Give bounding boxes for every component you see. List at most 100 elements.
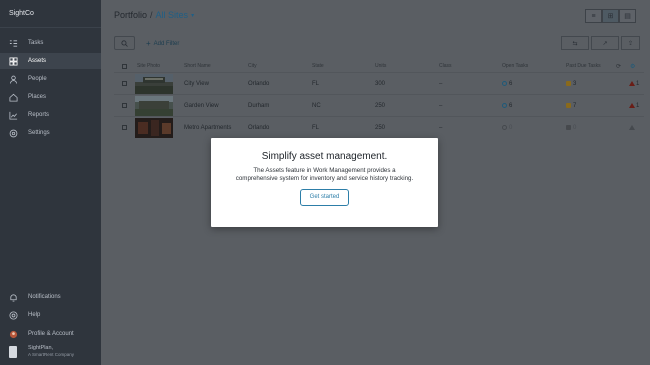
sidebar-item-label: Notifications	[28, 294, 61, 300]
list-view-icon[interactable]: ≡	[585, 9, 602, 23]
open-tasks-icon	[502, 103, 507, 108]
site-class: –	[439, 81, 443, 87]
site-units: 300	[375, 81, 386, 87]
grid-view-icon[interactable]: ⊞	[602, 9, 619, 23]
sidebar-item-profile[interactable]: Profile & Account	[0, 326, 101, 342]
chart-icon: ↗	[602, 40, 608, 47]
settings-sliders-icon[interactable]: ⚙	[630, 63, 635, 70]
assets-icon	[9, 56, 18, 66]
help-icon	[9, 310, 18, 320]
sidebar-item-tasks[interactable]: Tasks	[0, 35, 101, 51]
alert-badge[interactable]	[629, 125, 636, 131]
search-icon	[121, 39, 128, 47]
chevron-down-icon[interactable]: ▾	[191, 12, 194, 19]
past-due-tasks[interactable]: 3	[566, 81, 576, 87]
row-checkbox[interactable]	[122, 81, 127, 86]
person-icon	[9, 75, 18, 84]
breadcrumb-current[interactable]: All Sites	[156, 10, 189, 20]
assets-intro-modal: Simplify asset management. The Assets fe…	[211, 138, 438, 227]
column-header[interactable]: Site Photo	[137, 63, 160, 69]
sidebar-item-label: Places	[28, 94, 47, 100]
company-subtitle: A SmartRent Company	[28, 351, 75, 357]
select-all-checkbox[interactable]	[122, 64, 127, 69]
warning-icon	[629, 125, 635, 130]
open-tasks-icon	[502, 125, 507, 130]
table-row[interactable]: City View Orlando FL 300 – 6 3 1	[114, 72, 644, 94]
sidebar-item-label: Profile & Account	[28, 331, 74, 337]
open-tasks-count: 6	[509, 103, 513, 109]
column-header[interactable]: Open Tasks	[502, 63, 528, 69]
sidebar-item-label: People	[28, 76, 47, 82]
map-view-icon[interactable]: ▤	[619, 9, 636, 23]
get-started-button[interactable]: Get started	[300, 189, 349, 207]
alert-count: 1	[636, 81, 640, 87]
column-header[interactable]: City	[248, 63, 257, 69]
open-tasks-count: 6	[509, 81, 513, 87]
site-name[interactable]: City View	[184, 81, 209, 87]
upload-icon: ⇪	[627, 40, 634, 47]
company-footer: SightPlan, A SmartRent Company	[9, 345, 74, 358]
alert-badge[interactable]: 1	[629, 103, 639, 109]
site-class: –	[439, 103, 443, 109]
column-header[interactable]: Past Due Tasks	[566, 63, 601, 69]
site-city: Durham	[248, 103, 270, 109]
site-state: NC	[312, 103, 321, 109]
sidebar: SightCo Tasks Assets People Places Repor…	[0, 0, 101, 365]
row-checkbox[interactable]	[122, 125, 127, 130]
column-header[interactable]: Short Name	[184, 63, 211, 69]
modal-body: The Assets feature in Work Management pr…	[235, 167, 414, 183]
past-due-icon	[566, 125, 571, 130]
column-header[interactable]: Units	[375, 63, 386, 69]
site-name[interactable]: Garden View	[184, 103, 219, 109]
row-checkbox[interactable]	[122, 103, 127, 108]
sidebar-item-label: Assets	[28, 58, 47, 64]
open-tasks[interactable]: 6	[502, 103, 512, 109]
alert-count: 1	[636, 103, 640, 109]
columns-icon: ⇆	[572, 40, 578, 47]
site-photo	[135, 118, 173, 138]
site-name[interactable]: Metro Apartments	[184, 125, 231, 131]
table-tools: ⇆ ↗ ⇪	[561, 36, 642, 50]
sidebar-item-label: Tasks	[28, 40, 44, 46]
columns-button[interactable]: ⇆	[561, 36, 589, 50]
past-due-count: 0	[573, 125, 577, 131]
export-button[interactable]: ⇪	[621, 36, 640, 50]
sidebar-item-reports[interactable]: Reports	[0, 107, 101, 123]
sidebar-item-notifications[interactable]: Notifications	[0, 289, 101, 305]
refresh-icon[interactable]: ⟳	[616, 63, 621, 70]
past-due-tasks[interactable]: 7	[566, 103, 576, 109]
table-row[interactable]: Metro Apartments Orlando FL 250 – 0 0	[114, 116, 644, 138]
past-due-tasks[interactable]: 0	[566, 125, 576, 131]
open-tasks[interactable]: 0	[502, 125, 512, 131]
column-header[interactable]: Class	[439, 63, 452, 69]
sidebar-item-people[interactable]: People	[0, 71, 101, 87]
column-header[interactable]: State	[312, 63, 324, 69]
chart-button[interactable]: ↗	[591, 36, 619, 50]
warning-icon	[629, 81, 635, 86]
site-photo	[135, 96, 173, 116]
search-button[interactable]	[114, 36, 135, 50]
add-filter-label: Add Filter	[153, 40, 180, 47]
site-city: Orlando	[248, 125, 270, 131]
past-due-count: 3	[573, 81, 577, 87]
profile-icon	[9, 330, 18, 339]
warning-icon	[629, 103, 635, 108]
site-units: 250	[375, 103, 386, 109]
open-tasks[interactable]: 6	[502, 81, 512, 87]
sidebar-item-assets[interactable]: Assets	[0, 53, 101, 69]
brand-name[interactable]: SightCo	[0, 0, 101, 28]
sidebar-item-places[interactable]: Places	[0, 89, 101, 105]
plus-icon: +	[146, 39, 151, 48]
alert-badge[interactable]: 1	[629, 81, 639, 87]
sidebar-item-settings[interactable]: Settings	[0, 125, 101, 141]
breadcrumb-root[interactable]: Portfolio	[114, 10, 147, 20]
site-photo	[135, 74, 173, 94]
add-filter-button[interactable]: + Add Filter	[146, 39, 179, 48]
open-tasks-count: 0	[509, 125, 513, 131]
modal-title: Simplify asset management.	[261, 151, 388, 162]
table-row[interactable]: Garden View Durham NC 250 – 6 7 1	[114, 94, 644, 116]
breadcrumb-separator: /	[150, 10, 153, 20]
tasks-icon	[9, 39, 18, 48]
sidebar-item-help[interactable]: Help	[0, 307, 101, 323]
site-state: FL	[312, 81, 320, 87]
